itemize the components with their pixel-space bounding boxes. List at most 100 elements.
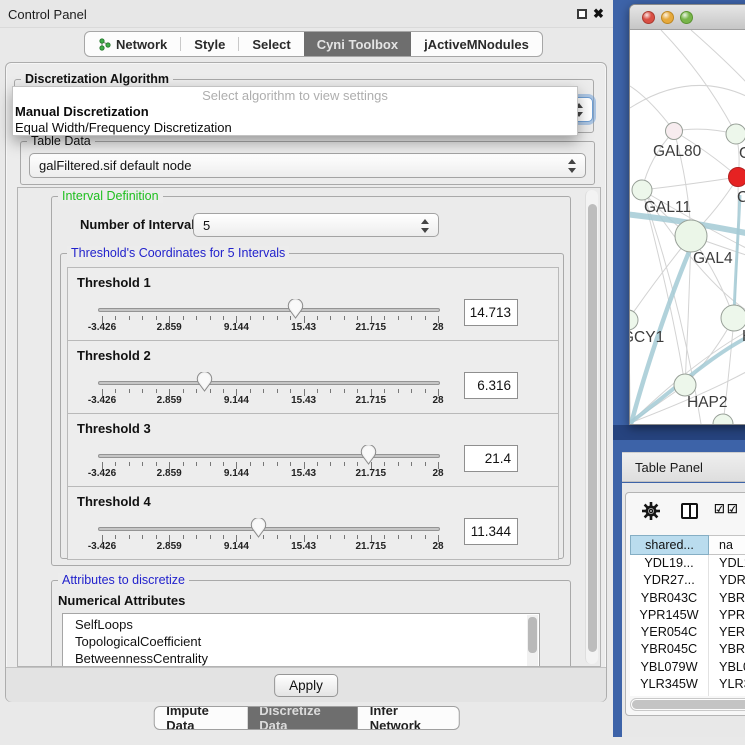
slider-tick <box>317 389 318 393</box>
slider-tick <box>357 535 358 539</box>
interval-group-title: Interval Definition <box>58 189 163 203</box>
table-row[interactable]: YBR043CYBR0 <box>630 590 745 607</box>
tab-network[interactable]: Network <box>85 32 180 56</box>
attributes-list-scrollbar[interactable] <box>527 615 538 667</box>
cyni-toolbox-panel: Discretization Algorithm Table Data galF… <box>5 62 607 702</box>
network-node-hap2[interactable] <box>674 374 696 396</box>
network-canvas[interactable]: GAL80GCGAL11GAL4GCY1HHAP2 <box>630 30 745 424</box>
tab-jactivemnodules[interactable]: jActiveMNodules <box>411 32 542 56</box>
algorithm-option-equal-width[interactable]: Equal Width/Frequency Discretization <box>15 120 232 135</box>
table-data-combobox[interactable]: galFiltered.sif default node <box>29 153 586 178</box>
slider-tick <box>344 462 345 466</box>
list-item[interactable]: BetweennessCentrality <box>63 650 539 667</box>
slider-thumb-icon[interactable] <box>287 299 304 324</box>
network-edge <box>642 177 738 190</box>
attributes-list[interactable]: SelfLoopsTopologicalCoefficientBetweenne… <box>62 613 540 667</box>
table-row[interactable]: YBL079WYBL0 <box>630 659 745 676</box>
network-node-label: C <box>737 189 745 206</box>
apply-bar: Apply <box>6 667 606 702</box>
slider-scale-label: 9.144 <box>208 468 264 479</box>
tab-discretize-data[interactable]: Discretize Data <box>247 707 357 729</box>
tab-impute-data[interactable]: Impute Data <box>154 707 247 729</box>
table-row[interactable]: YER054CYER0 <box>630 624 745 641</box>
network-node-gal11[interactable] <box>632 180 652 200</box>
slider-thumb-icon[interactable] <box>196 372 213 397</box>
gear-icon[interactable] <box>641 501 661 521</box>
list-item[interactable]: SelfLoops <box>63 614 539 633</box>
slider-tick <box>398 462 399 466</box>
table-row[interactable]: YBR045CYBR0 <box>630 641 745 658</box>
close-icon[interactable]: ✖ <box>593 6 604 22</box>
cell-name: YDR2 <box>709 572 745 589</box>
table-row[interactable]: YDL19...YDL1 <box>630 555 745 572</box>
network-node-gal4[interactable] <box>675 220 707 252</box>
slider-thumb-icon[interactable] <box>250 518 267 543</box>
zoom-traffic-light-icon[interactable] <box>680 11 693 24</box>
network-node[interactable] <box>713 414 733 425</box>
split-pane-icon[interactable] <box>681 503 698 519</box>
slider-tick <box>277 535 278 539</box>
threshold-value-field[interactable]: 6.316 <box>464 372 518 399</box>
slider-scale-label: 28 <box>410 541 466 552</box>
settings-scrollbar-thumb[interactable] <box>588 204 597 652</box>
thresholds-group-title: Threshold's Coordinates for 5 Intervals <box>67 246 289 260</box>
slider-tick <box>425 462 426 466</box>
slider-track[interactable] <box>98 454 440 458</box>
slider-tick <box>156 535 157 539</box>
table-panel-titlebar: Table Panel <box>622 452 745 482</box>
table-row[interactable]: YDR27...YDR2 <box>630 572 745 589</box>
threshold-value-field[interactable]: 21.4 <box>464 445 518 472</box>
tab-label: Style <box>194 37 225 52</box>
checkbox-icon[interactable]: ☑ <box>727 502 737 516</box>
threshold-value-field[interactable]: 14.713 <box>464 299 518 326</box>
threshold-label: Threshold 4 <box>77 494 151 509</box>
table-row[interactable]: YIL052CYIL0 <box>630 693 745 696</box>
slider-tick <box>425 316 426 320</box>
checkbox-icon[interactable]: ☑ <box>714 502 724 516</box>
apply-button[interactable]: Apply <box>274 674 338 697</box>
table-row[interactable]: YPR145WYPR1 <box>630 607 745 624</box>
cell-shared-name: YDR27... <box>630 572 709 589</box>
table-rows[interactable]: YDL19...YDL1YDR27...YDR2YBR043CYBR0YPR14… <box>630 555 745 696</box>
list-item[interactable]: TopologicalCoefficient <box>63 633 539 650</box>
slider-tick <box>142 316 143 320</box>
num-intervals-combobox[interactable]: 5 <box>193 213 439 237</box>
table-row[interactable]: YLR345WYLR3 <box>630 676 745 693</box>
slider-thumb-icon[interactable] <box>360 445 377 470</box>
minimize-traffic-light-icon[interactable] <box>661 11 674 24</box>
slider-track[interactable] <box>98 381 440 385</box>
slider-tick <box>250 316 251 320</box>
slider-scale-label: 21.715 <box>343 395 399 406</box>
slider-tick <box>317 462 318 466</box>
slider-scale-label: 9.144 <box>208 541 264 552</box>
slider-tick <box>384 462 385 466</box>
network-node-gal80[interactable] <box>666 123 683 140</box>
slider-track[interactable] <box>98 308 440 312</box>
slider-tick <box>357 389 358 393</box>
float-window-icon[interactable] <box>577 9 587 19</box>
table-hscroll-thumb[interactable] <box>632 700 745 709</box>
network-node-gcy1[interactable] <box>630 310 638 330</box>
tab-cyni-toolbox[interactable]: Cyni Toolbox <box>304 32 411 56</box>
slider-track[interactable] <box>98 527 440 531</box>
column-header-name[interactable]: na <box>709 535 745 555</box>
close-traffic-light-icon[interactable] <box>642 11 655 24</box>
network-node-c[interactable] <box>729 168 745 187</box>
table-header-row: shared... na <box>630 535 745 555</box>
algorithm-option-manual[interactable]: Manual Discretization <box>15 104 149 119</box>
settings-scrollbar[interactable] <box>585 190 598 664</box>
threshold-value-field[interactable]: 11.344 <box>464 518 518 545</box>
network-node-g[interactable] <box>726 124 745 144</box>
tab-infer-network[interactable]: Infer Network <box>358 707 459 729</box>
network-node-label: G <box>739 145 745 162</box>
column-header-shared[interactable]: shared... <box>630 535 709 555</box>
slider-tick <box>290 389 291 393</box>
network-window: GAL80GCGAL11GAL4GCY1HHAP2 <box>629 4 745 425</box>
network-edge-thick <box>734 195 740 316</box>
slider-scale-label: 2.859 <box>141 541 197 552</box>
slider-scale-label: 21.715 <box>343 541 399 552</box>
slider-tick <box>156 462 157 466</box>
table-horizontal-scrollbar[interactable] <box>630 698 745 711</box>
tab-style[interactable]: Style <box>181 32 238 56</box>
tab-select[interactable]: Select <box>239 32 303 56</box>
